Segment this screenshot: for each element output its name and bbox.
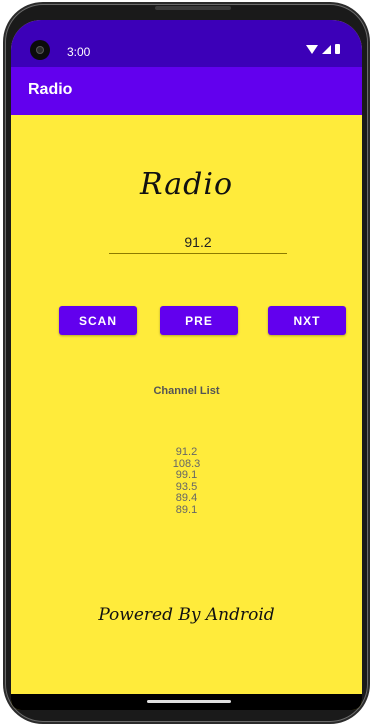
channel-item[interactable]: 99.1 — [11, 469, 362, 482]
signal-icon — [322, 44, 331, 54]
app-title: Radio — [28, 81, 73, 98]
app-bar: Radio — [11, 67, 362, 115]
camera-icon — [30, 40, 50, 60]
channel-item[interactable]: 89.1 — [11, 504, 362, 517]
channel-list: 91.2 108.3 99.1 93.5 89.4 89.1 — [11, 446, 362, 517]
wifi-icon — [306, 44, 318, 54]
previous-button[interactable]: PRE — [160, 306, 238, 335]
next-button[interactable]: NXT — [268, 306, 346, 335]
page-heading: Radio — [139, 167, 234, 202]
navigation-bar — [11, 694, 362, 710]
battery-icon — [335, 44, 340, 54]
channel-item[interactable]: 91.2 — [11, 446, 362, 459]
footer-text: Powered By Android — [98, 605, 275, 625]
speaker-grille — [155, 6, 231, 10]
frequency-input[interactable] — [109, 231, 287, 254]
status-icons — [306, 44, 340, 54]
screen: 3:00 Radio Radio SCAN PRE NXT Channel Li… — [11, 20, 362, 710]
status-time: 3:00 — [67, 45, 91, 59]
phone-frame: 3:00 Radio Radio SCAN PRE NXT Channel Li… — [5, 4, 368, 722]
main-content: Radio SCAN PRE NXT Channel List 91.2 108… — [11, 115, 362, 710]
channel-list-title: Channel List — [153, 385, 220, 397]
home-gesture-handle[interactable] — [147, 700, 231, 703]
status-bar: 3:00 — [11, 20, 362, 67]
channel-item[interactable]: 89.4 — [11, 492, 362, 505]
scan-button[interactable]: SCAN — [59, 306, 137, 335]
